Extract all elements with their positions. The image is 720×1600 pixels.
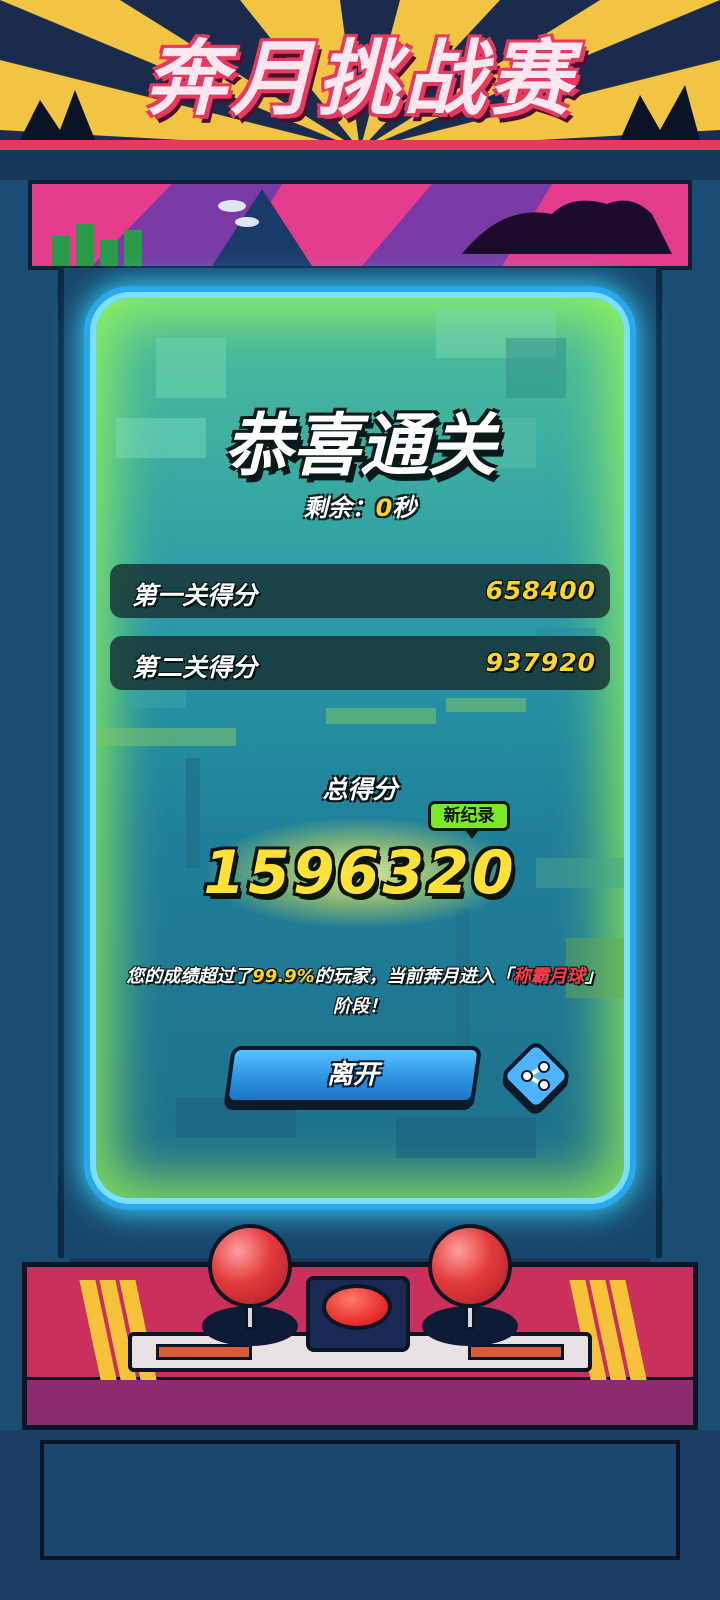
remaining-label: 剩余： bbox=[303, 494, 376, 522]
arcade-red-button bbox=[322, 1284, 392, 1330]
score-row-level-2: 第二关得分 937920 bbox=[110, 636, 610, 690]
score-value: 937920 bbox=[485, 648, 596, 677]
total-score-label: 总得分 bbox=[322, 775, 398, 804]
joystick-ball-right bbox=[428, 1224, 512, 1308]
panel-slot-right bbox=[468, 1344, 564, 1360]
result-screen: 恭喜通关 剩余：0秒 第一关得分 658400 第二关得分 937920 总得分… bbox=[96, 298, 624, 1198]
joystick-ball-left bbox=[208, 1224, 292, 1308]
new-record-badge: 新纪录 bbox=[428, 801, 510, 839]
share-icon[interactable] bbox=[516, 1056, 556, 1096]
new-record-label: 新纪录 bbox=[443, 806, 495, 826]
total-score-value: 1596320 bbox=[203, 838, 517, 908]
game-stage: 奔月挑战赛 恭喜通关 剩余：0秒 第一关得分 658400 第二关得分 9379… bbox=[0, 0, 720, 1600]
remaining-value: 0 bbox=[375, 494, 393, 522]
panel-slot-left bbox=[156, 1344, 252, 1360]
cabinet-base bbox=[0, 1430, 720, 1600]
leave-button[interactable]: 离开 bbox=[223, 1046, 483, 1104]
remaining-unit: 秒 bbox=[392, 494, 417, 522]
rank-prefix: 您的成绩超过了 bbox=[126, 966, 253, 987]
leave-button-label: 离开 bbox=[326, 1060, 379, 1090]
cabinet-marquee bbox=[28, 180, 692, 270]
rank-percent: 99.9% bbox=[252, 966, 315, 987]
title-banner: 奔月挑战赛 bbox=[0, 0, 720, 150]
banner-divider bbox=[0, 140, 720, 150]
rank-middle: 的玩家，当前奔月进入「 bbox=[314, 966, 513, 987]
marquee-art bbox=[32, 184, 688, 266]
badge-tail bbox=[465, 830, 479, 839]
score-row-level-1: 第一关得分 658400 bbox=[110, 564, 610, 618]
score-label: 第二关得分 bbox=[132, 653, 258, 682]
rank-message: 您的成绩超过了99.9%的玩家，当前奔月进入「称霸月球」阶段！ bbox=[122, 962, 598, 1022]
panel-face bbox=[22, 1380, 698, 1430]
win-title: 恭喜通关 bbox=[223, 407, 496, 486]
remaining-time: 剩余：0秒 bbox=[96, 488, 624, 523]
banner-title: 奔月挑战赛 bbox=[145, 32, 575, 127]
score-label: 第一关得分 bbox=[132, 581, 258, 610]
score-value: 658400 bbox=[485, 576, 596, 605]
rank-tier: 称霸月球 bbox=[512, 966, 585, 987]
cabinet-base-panel bbox=[40, 1440, 680, 1560]
